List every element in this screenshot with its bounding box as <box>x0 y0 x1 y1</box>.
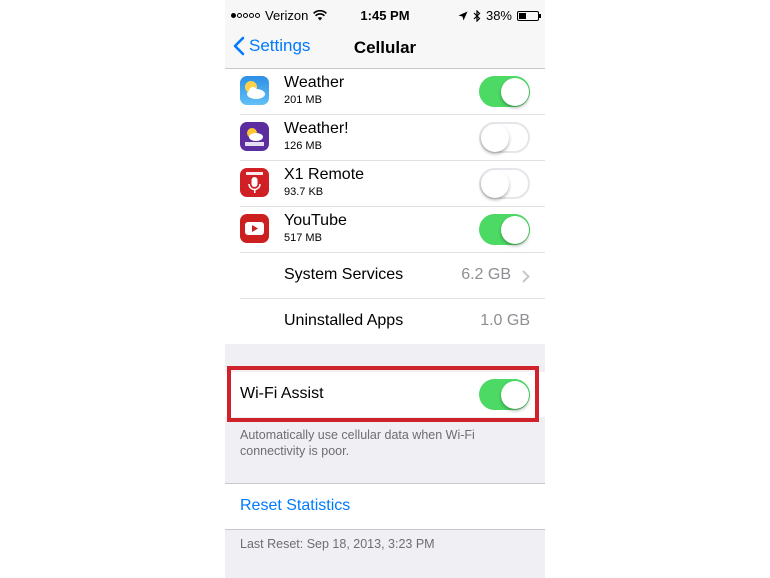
app-data-size: 93.7 KB <box>284 186 324 198</box>
list-item-x1-remote: X1 Remote 93.7 KB <box>240 161 545 207</box>
battery-icon <box>517 10 541 21</box>
wifi-assist-description: Automatically use cellular data when Wi-… <box>240 428 475 458</box>
app-data-size: 201 MB <box>284 94 322 106</box>
uninstalled-apps-value: 1.0 GB <box>480 312 530 329</box>
system-services-value: 6.2 GB <box>461 266 511 283</box>
app-name: YouTube <box>284 212 347 229</box>
system-services-row[interactable]: System Services 6.2 GB <box>240 253 545 299</box>
wifi-assist-label: Wi-Fi Assist <box>240 385 324 402</box>
x1-remote-cellular-toggle[interactable] <box>479 168 530 199</box>
uninstalled-apps-row: Uninstalled Apps 1.0 GB <box>240 299 545 344</box>
app-data-size: 126 MB <box>284 140 322 152</box>
app-data-size: 517 MB <box>284 232 322 244</box>
youtube-app-icon <box>240 214 269 243</box>
wifi-assist-toggle[interactable] <box>479 379 530 410</box>
app-name: X1 Remote <box>284 166 365 183</box>
list-item-weather: Weather 201 MB <box>240 69 545 115</box>
list-item-weather-yahoo: Weather! 126 MB <box>240 115 545 161</box>
location-arrow-icon <box>458 11 468 20</box>
app-name: Weather! <box>284 120 349 137</box>
cellular-usage-list: Weather 201 MB Weather! 126 MB X1 Remote… <box>225 69 545 344</box>
youtube-cellular-toggle[interactable] <box>479 214 530 245</box>
weather-app-icon <box>240 76 269 105</box>
xfinity-remote-app-icon <box>240 168 269 197</box>
battery-level-fill <box>519 12 526 19</box>
last-reset-text: Last Reset: Sep 18, 2013, 3:23 PM <box>240 537 435 551</box>
status-bar: Verizon 1:45 PM 38% <box>225 0 545 30</box>
reset-statistics-row[interactable]: Reset Statistics <box>225 483 545 530</box>
weather-cellular-toggle[interactable] <box>479 76 530 107</box>
bluetooth-icon <box>473 9 481 22</box>
phone-screen: Verizon 1:45 PM 38% Settings Cellular We… <box>225 0 545 578</box>
wifi-assist-row: Wi-Fi Assist <box>225 372 545 417</box>
app-name: Weather <box>284 74 345 91</box>
status-right: 38% <box>458 8 541 23</box>
weather-yahoo-cellular-toggle[interactable] <box>479 122 530 153</box>
system-services-label: System Services <box>284 266 404 283</box>
navigation-bar: Settings Cellular <box>225 30 545 69</box>
list-item-youtube: YouTube 517 MB <box>240 207 545 253</box>
battery-percent: 38% <box>485 8 512 23</box>
reset-statistics-button[interactable]: Reset Statistics <box>240 497 350 515</box>
uninstalled-apps-label: Uninstalled Apps <box>284 312 404 329</box>
yahoo-weather-app-icon <box>240 122 269 151</box>
page-title: Cellular <box>353 38 417 57</box>
chevron-right-icon <box>522 270 530 283</box>
